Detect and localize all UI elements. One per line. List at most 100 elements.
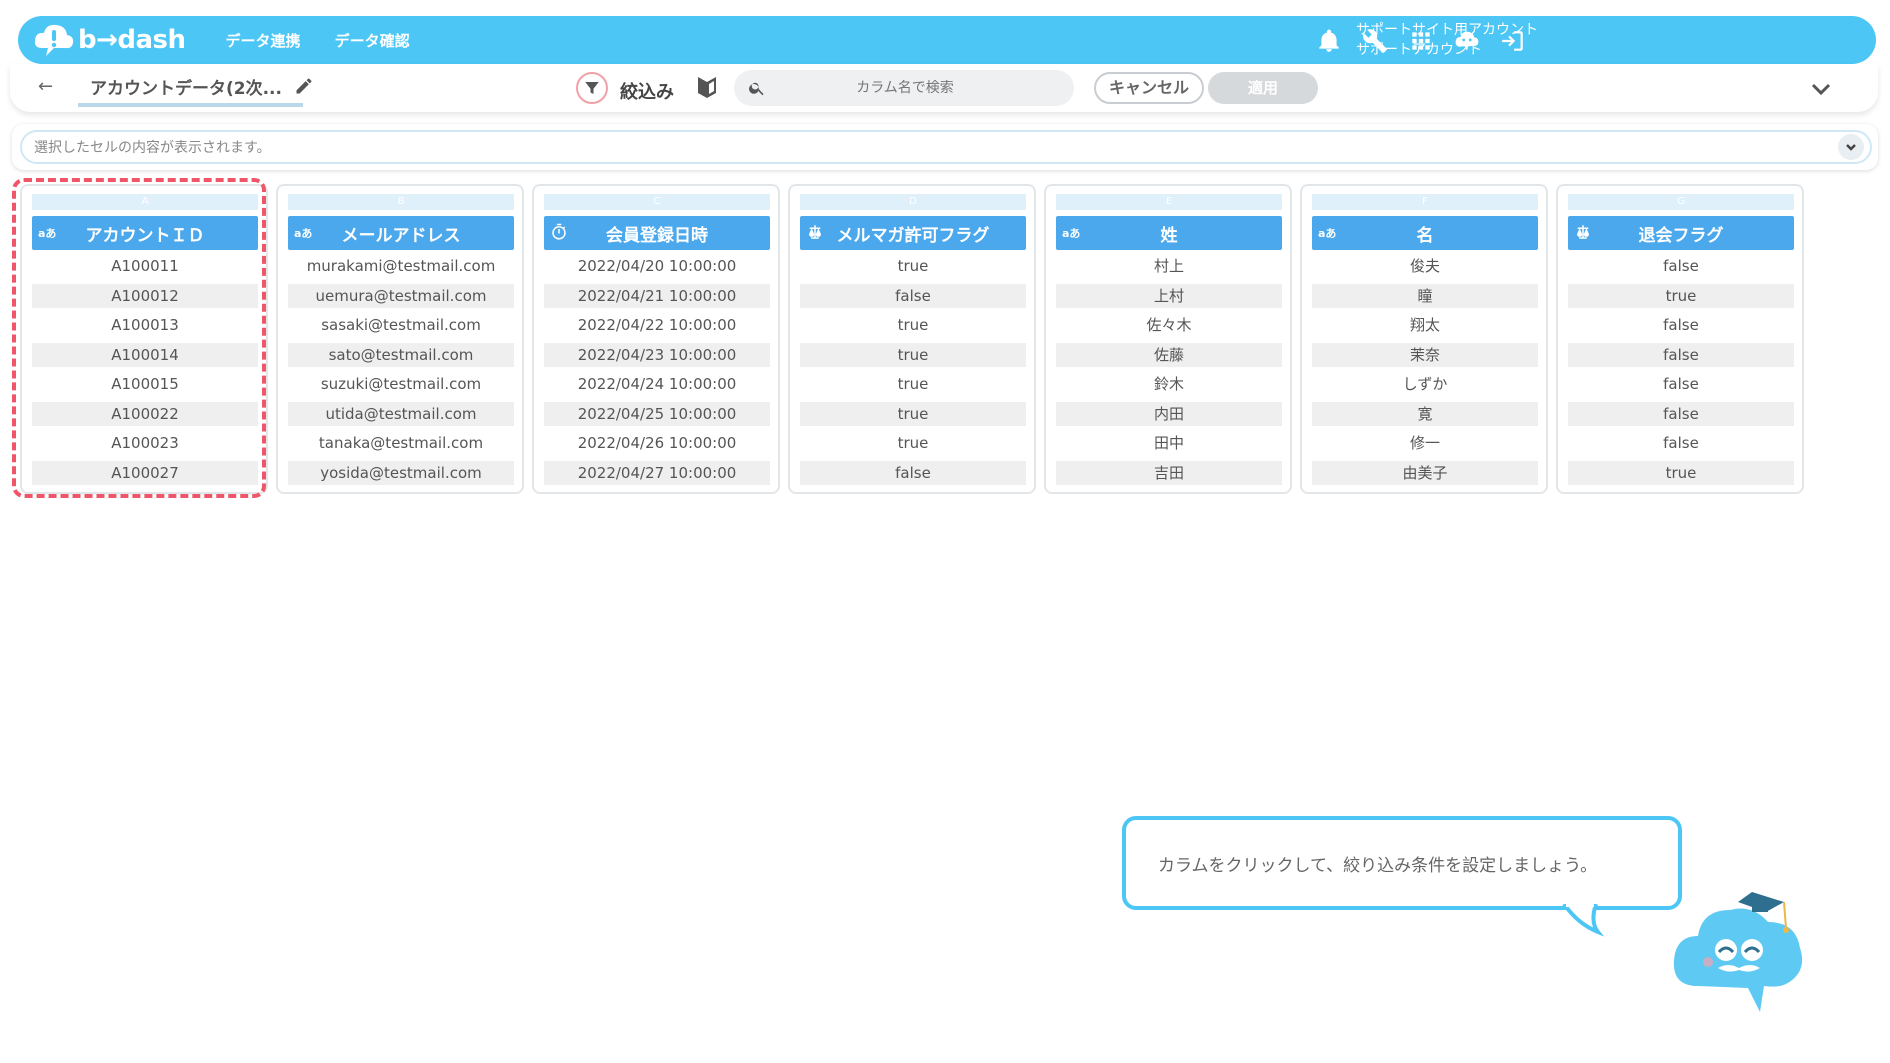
table-cell[interactable]: A100014 bbox=[32, 342, 258, 367]
bell-icon[interactable] bbox=[1314, 26, 1344, 56]
table-cell[interactable]: 2022/04/22 10:00:00 bbox=[544, 313, 770, 337]
expand-chevron-icon[interactable] bbox=[1838, 134, 1864, 160]
column-e[interactable]: E aあ 姓 村上 上村 佐々木 佐藤 鈴木 内田 田中 吉田 bbox=[1044, 184, 1292, 494]
table-cell[interactable]: A100011 bbox=[32, 254, 258, 278]
table-cell[interactable]: suzuki@testmail.com bbox=[288, 372, 514, 396]
table-cell[interactable]: false bbox=[1568, 431, 1794, 455]
text-type-icon: aあ bbox=[38, 227, 57, 240]
cancel-button[interactable]: キャンセル bbox=[1094, 72, 1204, 104]
table-cell[interactable]: 内田 bbox=[1056, 401, 1282, 426]
table-cell[interactable]: A100027 bbox=[32, 460, 258, 485]
table-cell[interactable]: 佐々木 bbox=[1056, 313, 1282, 337]
column-header[interactable]: aあ 名 bbox=[1312, 216, 1538, 250]
table-cell[interactable]: 2022/04/26 10:00:00 bbox=[544, 431, 770, 455]
table-cell[interactable]: true bbox=[800, 342, 1026, 367]
table-cell[interactable]: 村上 bbox=[1056, 254, 1282, 278]
table-cell[interactable]: 吉田 bbox=[1056, 460, 1282, 485]
table-cell[interactable]: true bbox=[1568, 283, 1794, 308]
table-cell[interactable]: sasaki@testmail.com bbox=[288, 313, 514, 337]
table-cell[interactable]: true bbox=[800, 431, 1026, 455]
assistant-mascot-icon[interactable] bbox=[1452, 26, 1482, 56]
table-cell[interactable]: tanaka@testmail.com bbox=[288, 431, 514, 455]
column-header[interactable]: 会員登録日時 bbox=[544, 216, 770, 250]
apply-button[interactable]: 適用 bbox=[1208, 72, 1318, 104]
tutorial-message: カラムをクリックして、絞り込み条件を設定しましょう。 bbox=[1158, 855, 1598, 876]
table-cell[interactable]: true bbox=[800, 313, 1026, 337]
table-cell[interactable]: false bbox=[1568, 254, 1794, 278]
filter-label[interactable]: 絞込み bbox=[620, 78, 674, 104]
scale-type-icon bbox=[806, 223, 824, 244]
table-cell[interactable]: A100022 bbox=[32, 401, 258, 426]
logout-icon[interactable] bbox=[1498, 26, 1528, 56]
table-cell[interactable]: 2022/04/24 10:00:00 bbox=[544, 372, 770, 396]
column-search-input[interactable] bbox=[766, 80, 1044, 96]
table-cell[interactable]: 由美子 bbox=[1312, 460, 1538, 485]
table-cell[interactable]: 翔太 bbox=[1312, 313, 1538, 337]
text-type-icon: aあ bbox=[1318, 227, 1337, 240]
table-cell[interactable]: A100023 bbox=[32, 431, 258, 455]
column-header[interactable]: aあ アカウントＩＤ bbox=[32, 216, 258, 250]
column-g[interactable]: G 退会フラグ false true false false false fal… bbox=[1556, 184, 1804, 494]
table-cell[interactable]: 俊夫 bbox=[1312, 254, 1538, 278]
column-header[interactable]: 退会フラグ bbox=[1568, 216, 1794, 250]
table-cell[interactable]: false bbox=[800, 283, 1026, 308]
table-cell[interactable]: A100012 bbox=[32, 283, 258, 308]
column-header[interactable]: aあ メールアドレス bbox=[288, 216, 514, 250]
column-f[interactable]: F aあ 名 俊夫 瞳 翔太 茉奈 しずか 寛 修一 由美子 bbox=[1300, 184, 1548, 494]
dataset-title[interactable]: アカウントデータ(2次... bbox=[78, 74, 303, 107]
table-cell[interactable]: uemura@testmail.com bbox=[288, 283, 514, 308]
table-cell[interactable]: utida@testmail.com bbox=[288, 401, 514, 426]
table-cell[interactable]: A100015 bbox=[32, 372, 258, 396]
table-cell[interactable]: 瞳 bbox=[1312, 283, 1538, 308]
table-cell[interactable]: true bbox=[800, 254, 1026, 278]
table-cell[interactable]: 田中 bbox=[1056, 431, 1282, 455]
column-b[interactable]: B aあ メールアドレス murakami@testmail.com uemur… bbox=[276, 184, 524, 494]
table-cell[interactable]: 茉奈 bbox=[1312, 342, 1538, 367]
table-cell[interactable]: yosida@testmail.com bbox=[288, 460, 514, 485]
mascot-character-icon[interactable] bbox=[1668, 876, 1818, 1016]
table-cell[interactable]: true bbox=[800, 372, 1026, 396]
table-cell[interactable]: 2022/04/25 10:00:00 bbox=[544, 401, 770, 426]
table-cell[interactable]: 2022/04/27 10:00:00 bbox=[544, 460, 770, 485]
wrench-icon[interactable] bbox=[1360, 26, 1390, 56]
column-d[interactable]: D メルマガ許可フラグ true false true true true tr… bbox=[788, 184, 1036, 494]
column-letter: E bbox=[1056, 194, 1282, 210]
table-cell[interactable]: 修一 bbox=[1312, 431, 1538, 455]
back-arrow-icon[interactable]: ← bbox=[38, 76, 53, 97]
nav-data-check[interactable]: データ確認 bbox=[335, 30, 410, 51]
table-cell[interactable]: sato@testmail.com bbox=[288, 342, 514, 367]
table-cell[interactable]: 寛 bbox=[1312, 401, 1538, 426]
column-name: 退会フラグ bbox=[1638, 225, 1724, 246]
column-c[interactable]: C 会員登録日時 2022/04/20 10:00:00 2022/04/21 … bbox=[532, 184, 780, 494]
table-cell[interactable]: false bbox=[1568, 401, 1794, 426]
nav-data-integration[interactable]: データ連携 bbox=[226, 30, 301, 51]
edit-pencil-icon[interactable] bbox=[294, 76, 314, 100]
table-cell[interactable]: 2022/04/21 10:00:00 bbox=[544, 283, 770, 308]
table-cell[interactable]: false bbox=[1568, 372, 1794, 396]
column-header[interactable]: aあ 姓 bbox=[1056, 216, 1282, 250]
filter-funnel-icon[interactable] bbox=[576, 72, 608, 104]
column-a[interactable]: A aあ アカウントＩＤ A100011 A100012 A100013 A10… bbox=[20, 184, 268, 494]
cell-content-field[interactable]: 選択したセルの内容が表示されます。 bbox=[20, 130, 1872, 164]
chevron-down-icon[interactable] bbox=[1808, 76, 1834, 106]
table-cell[interactable]: しずか bbox=[1312, 372, 1538, 396]
table-cell[interactable]: true bbox=[800, 401, 1026, 426]
table-cell[interactable]: true bbox=[1568, 460, 1794, 485]
column-header[interactable]: メルマガ許可フラグ bbox=[800, 216, 1026, 250]
bdash-logo[interactable]: b→dash bbox=[34, 22, 186, 58]
apps-grid-icon[interactable] bbox=[1406, 26, 1436, 56]
table-cell[interactable]: 上村 bbox=[1056, 283, 1282, 308]
table-cell[interactable]: false bbox=[1568, 342, 1794, 367]
clock-type-icon bbox=[550, 223, 568, 244]
table-cell[interactable]: false bbox=[800, 460, 1026, 485]
table-cell[interactable]: 2022/04/20 10:00:00 bbox=[544, 254, 770, 278]
table-cell[interactable]: false bbox=[1568, 313, 1794, 337]
column-search-box[interactable] bbox=[734, 70, 1074, 106]
table-cell[interactable]: A100013 bbox=[32, 313, 258, 337]
table-cell[interactable]: 鈴木 bbox=[1056, 372, 1282, 396]
table-cell[interactable]: 2022/04/23 10:00:00 bbox=[544, 342, 770, 367]
cell-content-placeholder: 選択したセルの内容が表示されます。 bbox=[34, 140, 271, 156]
table-cell[interactable]: 佐藤 bbox=[1056, 342, 1282, 367]
table-cell[interactable]: murakami@testmail.com bbox=[288, 254, 514, 278]
beginner-guide-icon[interactable] bbox=[696, 74, 718, 104]
